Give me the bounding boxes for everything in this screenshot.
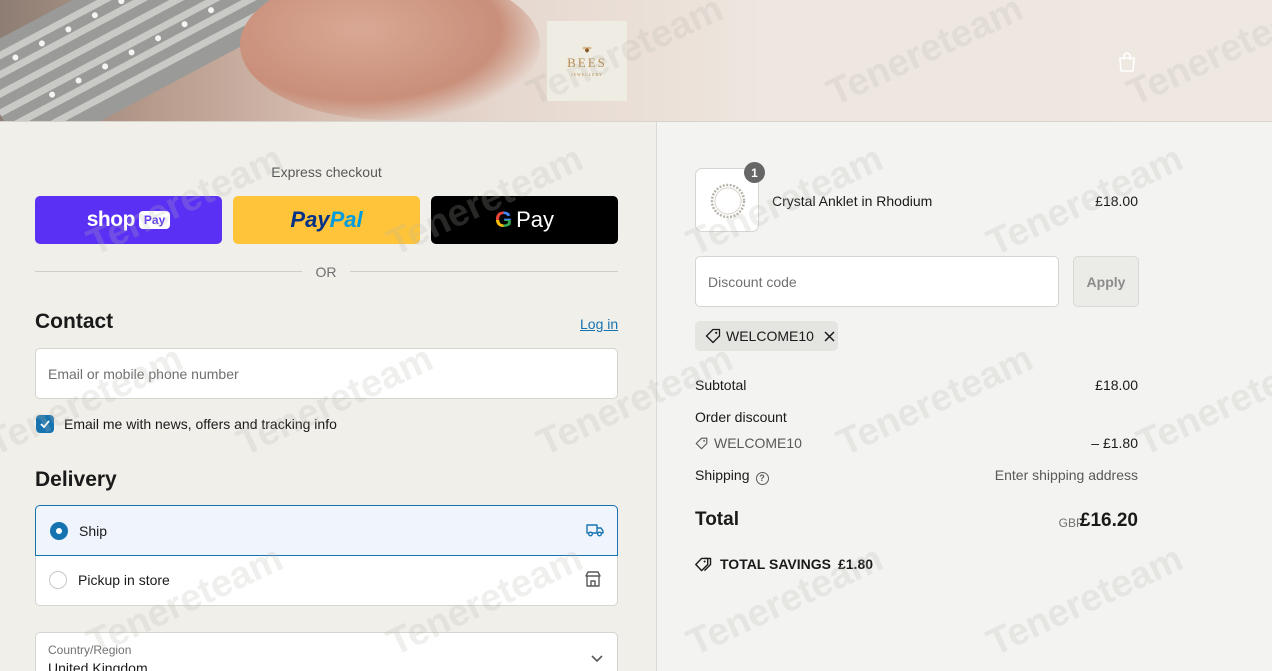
savings-tag-icon bbox=[695, 557, 712, 571]
delivery-option-pickup[interactable]: Pickup in store bbox=[35, 556, 618, 606]
savings-amount: £1.80 bbox=[837, 556, 874, 572]
shopping-bag-icon[interactable] bbox=[1117, 51, 1137, 73]
discount-code-input[interactable]: Discount code bbox=[695, 256, 1059, 307]
email-placeholder: Email or mobile phone number bbox=[48, 366, 239, 382]
country-value: United Kingdom bbox=[48, 660, 148, 671]
product-name: Crystal Anklet in Rhodium bbox=[772, 193, 933, 209]
total-label: Total bbox=[695, 509, 739, 530]
help-icon[interactable]: ? bbox=[755, 472, 769, 485]
discount-amount: – £1.80 bbox=[1091, 435, 1138, 451]
subtotal-value: £18.00 bbox=[1095, 377, 1138, 393]
shipping-value: Enter shipping address bbox=[994, 467, 1138, 483]
total-savings: TOTAL SAVINGS £1.80 bbox=[695, 556, 873, 572]
delivery-heading: Delivery bbox=[35, 468, 117, 491]
login-link[interactable]: Log in bbox=[580, 316, 618, 332]
shipping-row: Shipping? bbox=[695, 467, 769, 485]
tag-icon bbox=[705, 328, 721, 344]
savings-label: TOTAL SAVINGS bbox=[720, 556, 831, 572]
express-checkout-label: Express checkout bbox=[271, 164, 382, 180]
tag-icon bbox=[695, 437, 708, 449]
google-pay-logo: G Pay bbox=[494, 207, 555, 232]
bee-icon bbox=[582, 46, 592, 52]
country-select[interactable]: Country/Region United Kingdom bbox=[35, 632, 618, 671]
discount-code-name: WELCOME10 bbox=[714, 435, 802, 451]
newsletter-checkbox[interactable] bbox=[36, 415, 54, 433]
shop-pay-button[interactable]: shop Pay bbox=[35, 196, 222, 244]
divider-left bbox=[35, 271, 302, 272]
applied-discount-chip: WELCOME10 bbox=[695, 321, 838, 351]
google-g-icon: G bbox=[494, 207, 513, 232]
remove-discount-button[interactable] bbox=[824, 330, 835, 342]
order-summary: 1 Crystal Anklet in Rhodium £18.00 Disco… bbox=[656, 122, 1272, 671]
ship-label: Ship bbox=[79, 523, 108, 539]
contact-heading: Contact bbox=[35, 310, 114, 333]
total-value: £16.20 bbox=[1079, 510, 1138, 531]
brand-logo[interactable]: BEES JEWELLERY bbox=[547, 21, 627, 101]
divider-right bbox=[350, 271, 618, 272]
brand-name: BEES bbox=[567, 54, 607, 70]
order-discount-label: Order discount bbox=[695, 409, 787, 425]
shop-pay-logo: shop bbox=[86, 208, 136, 231]
product-price: £18.00 bbox=[1095, 193, 1138, 209]
checkout-form: Express checkout shop Pay PayPal G Pay OR… bbox=[0, 122, 656, 671]
subtotal-label: Subtotal bbox=[695, 377, 747, 393]
country-label: Country/Region bbox=[48, 643, 132, 657]
quantity-badge: 1 bbox=[744, 162, 765, 183]
brand-tagline: JEWELLERY bbox=[571, 71, 603, 77]
newsletter-label: Email me with news, offers and tracking … bbox=[64, 416, 337, 432]
discount-placeholder: Discount code bbox=[708, 274, 797, 290]
applied-code-label: WELCOME10 bbox=[726, 328, 814, 344]
paypal-button[interactable]: PayPal bbox=[233, 196, 420, 244]
store-icon bbox=[585, 571, 601, 587]
checkmark-icon bbox=[40, 420, 50, 429]
chevron-down-icon bbox=[591, 655, 603, 663]
close-icon bbox=[824, 330, 835, 342]
pickup-label: Pickup in store bbox=[78, 572, 170, 588]
delivery-option-ship[interactable]: Ship bbox=[35, 505, 618, 556]
or-divider-text: OR bbox=[315, 264, 337, 280]
ship-radio[interactable] bbox=[50, 522, 68, 540]
apply-discount-button[interactable]: Apply bbox=[1073, 256, 1139, 307]
email-field[interactable]: Email or mobile phone number bbox=[35, 348, 618, 399]
truck-icon bbox=[586, 524, 604, 537]
discount-code-row: WELCOME10 bbox=[695, 435, 802, 451]
google-pay-button[interactable]: G Pay bbox=[431, 196, 618, 244]
shipping-label: Shipping bbox=[695, 467, 750, 483]
paypal-logo: PayPal bbox=[290, 207, 363, 232]
header-banner: BEES JEWELLERY bbox=[0, 0, 1272, 122]
pickup-radio[interactable] bbox=[49, 571, 67, 589]
shop-pay-tag: Pay bbox=[138, 211, 171, 229]
